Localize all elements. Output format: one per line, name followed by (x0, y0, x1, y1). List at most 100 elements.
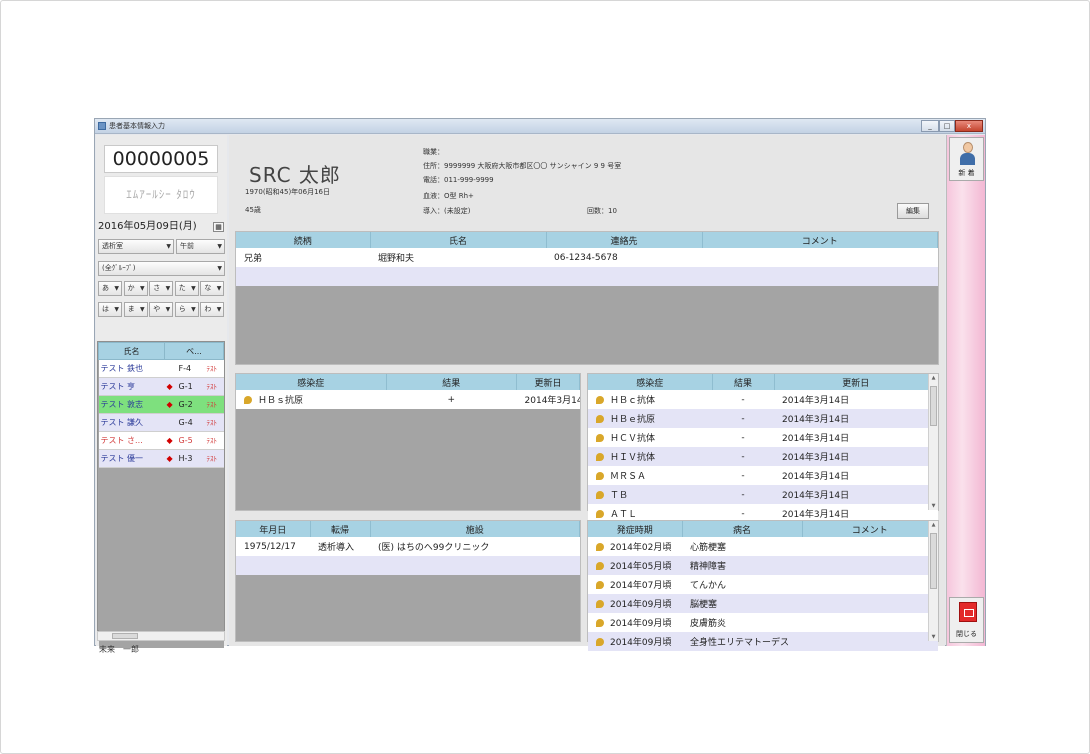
table-row[interactable]: 2014年05月頃 精神障害 (588, 556, 938, 575)
vertical-scrollbar[interactable]: ▲ ▼ (928, 374, 938, 510)
col-name[interactable]: 氏名 (98, 342, 165, 360)
column-header[interactable]: 転帰 (310, 521, 371, 537)
patient-name-kana: ｴﾑｱｰﾙｼｰ ﾀﾛｳ (104, 176, 218, 214)
scroll-thumb[interactable] (112, 633, 138, 639)
column-header[interactable]: 更新日 (516, 374, 580, 390)
column-header[interactable]: コメント (802, 521, 938, 537)
scroll-thumb[interactable] (930, 386, 937, 426)
scroll-up-icon[interactable]: ▲ (929, 522, 938, 528)
column-header[interactable]: 施設 (370, 521, 580, 537)
patient-name-cell: テスト さ... (98, 431, 165, 450)
kana-button[interactable]: あ ▼ (98, 281, 122, 296)
kana-label: か (127, 284, 135, 292)
kana-button[interactable]: か ▼ (123, 281, 148, 296)
table-row[interactable]: ＨＢｅ抗原 - 2014年3月14日 (588, 409, 938, 428)
patient-row[interactable]: テスト さ... ◆ G-5 ﾃｽﾄ (98, 431, 224, 450)
patient-row[interactable]: テスト 優一 ◆ H-3 ﾃｽﾄ (98, 449, 224, 468)
table-row[interactable]: ＨＩＶ抗体 - 2014年3月14日 (588, 447, 938, 466)
kana-button[interactable]: ま ▼ (123, 302, 148, 317)
kana-button[interactable]: は ▼ (98, 302, 122, 317)
new-patient-button[interactable]: 新 着 (949, 137, 984, 181)
table-cell: てんかん (682, 575, 802, 594)
close-button[interactable]: 閉じる (949, 597, 984, 643)
chevron-down-icon: ▼ (217, 243, 222, 250)
empty-row (98, 557, 224, 576)
column-header[interactable]: 病名 (682, 521, 803, 537)
cell-text: ＨＢｓ抗原 (258, 396, 304, 406)
horizontal-scrollbar[interactable] (97, 631, 225, 641)
close-window-button[interactable]: x (955, 120, 983, 132)
cell-text: てんかん (690, 581, 727, 591)
disease-table: 発症時期 病名 コメント 2014年02月頃 心筋梗塞 2014年05月頃 精神障害 2014… (587, 520, 939, 651)
table-cell: 皮膚筋炎 (682, 613, 802, 632)
edit-button[interactable]: 編集 (897, 203, 929, 219)
table-row[interactable]: 2014年09月頃 全身性エリテマトーデス (588, 632, 938, 651)
scroll-down-icon[interactable]: ▼ (929, 634, 938, 640)
scroll-down-icon[interactable]: ▼ (929, 503, 938, 509)
session-select[interactable]: 午前 ▼ (176, 239, 225, 254)
extra-cell: ﾃｽﾄ (204, 395, 224, 414)
vertical-scrollbar[interactable]: ▲ ▼ (928, 521, 938, 641)
scroll-up-icon[interactable]: ▲ (929, 375, 938, 381)
column-header[interactable]: 発症時期 (588, 521, 683, 537)
patient-row[interactable]: テスト 亨 ◆ G-1 ﾃｽﾄ (98, 377, 224, 396)
table-row[interactable]: ＴＢ - 2014年3月14日 (588, 485, 938, 504)
kana-button[interactable]: や ▼ (149, 302, 174, 317)
table-row[interactable]: 1975/12/17 透析導入 (医) はちのへ99クリニック (236, 537, 580, 556)
table-cell: ＨＢｓ抗原 (236, 390, 386, 409)
table-row[interactable]: ＭＲＳＡ - 2014年3月14日 (588, 466, 938, 485)
table-cell: 2014年09月頃 (588, 632, 682, 651)
kana-button[interactable]: な ▼ (200, 281, 225, 296)
table-row[interactable]: 2014年02月頃 心筋梗塞 (588, 537, 938, 556)
cell-text: 脳梗塞 (690, 600, 718, 610)
table-row[interactable]: ＨＢｓ抗原 +2014年3月14日 (236, 390, 580, 409)
table-cell: ＨＩＶ抗体 (588, 447, 712, 466)
column-header[interactable]: 感染症 (588, 374, 713, 390)
session-count: 回数：10 (587, 207, 617, 215)
scroll-thumb[interactable] (930, 533, 937, 589)
column-header[interactable]: 更新日 (774, 374, 938, 390)
column-header[interactable]: 結果 (712, 374, 775, 390)
kana-button[interactable]: た ▼ (174, 281, 199, 296)
patient-row[interactable]: テスト 鉄也 F-4 ﾃｽﾄ (98, 359, 224, 378)
group-select[interactable]: (全ｸﾞﾙｰﾌﾟ) ▼ (98, 261, 225, 276)
table-row[interactable]: ＨＢｃ抗体 - 2014年3月14日 (588, 390, 938, 409)
column-header[interactable]: 結果 (386, 374, 518, 390)
cell-text: 2014年3月14日 (524, 396, 580, 406)
cell-text: 06-1234-5678 (554, 252, 618, 263)
table-row[interactable]: 兄弟 堀野和夫 06-1234-5678 (236, 248, 938, 267)
column-header[interactable]: 氏名 (370, 232, 547, 248)
column-header[interactable]: 連絡先 (546, 232, 703, 248)
key-icon (596, 600, 604, 608)
kana-button[interactable]: ら ▼ (174, 302, 199, 317)
col-bed[interactable]: ベ... (164, 342, 224, 360)
cell-text: ＨＢｅ抗原 (610, 415, 656, 425)
column-header[interactable]: 年月日 (236, 521, 311, 537)
kana-button[interactable]: さ ▼ (149, 281, 174, 296)
calendar-icon[interactable]: ▦ (213, 222, 224, 232)
column-header[interactable]: 感染症 (236, 374, 387, 390)
room-select[interactable]: 透析室 ▼ (98, 239, 174, 254)
kana-button[interactable]: わ ▼ (200, 302, 225, 317)
table-row[interactable]: 2014年07月頃 てんかん (588, 575, 938, 594)
patient-row[interactable]: テスト 謙久 G-4 ﾃｽﾄ (98, 413, 224, 432)
column-header[interactable]: コメント (702, 232, 938, 248)
kana-label: ら (178, 305, 186, 313)
table-cell (236, 267, 370, 286)
table-row[interactable]: ＨＣＶ抗体 - 2014年3月14日 (588, 428, 938, 447)
job-label: 職業： (423, 148, 444, 156)
maximize-button[interactable]: □ (939, 120, 955, 132)
table-row[interactable]: 2014年09月頃 皮膚筋炎 (588, 613, 938, 632)
minimize-button[interactable]: _ (921, 120, 939, 132)
chevron-down-icon: ▼ (165, 285, 171, 292)
patient-row[interactable]: テスト 敦志 ◆ G-2 ﾃｽﾄ (98, 395, 224, 414)
table-cell (802, 632, 938, 651)
cell-text: 1975/12/17 (244, 541, 296, 552)
column-header[interactable]: 続柄 (236, 232, 371, 248)
table-cell: 2014年09月頃 (588, 613, 682, 632)
app-icon (98, 122, 106, 130)
table-row[interactable]: 2014年09月頃 脳梗塞 (588, 594, 938, 613)
empty-row (98, 539, 224, 558)
date-selector[interactable]: 2016年05月09日(月) ▦ (98, 219, 226, 235)
table-cell: 06-1234-5678 (546, 248, 702, 267)
